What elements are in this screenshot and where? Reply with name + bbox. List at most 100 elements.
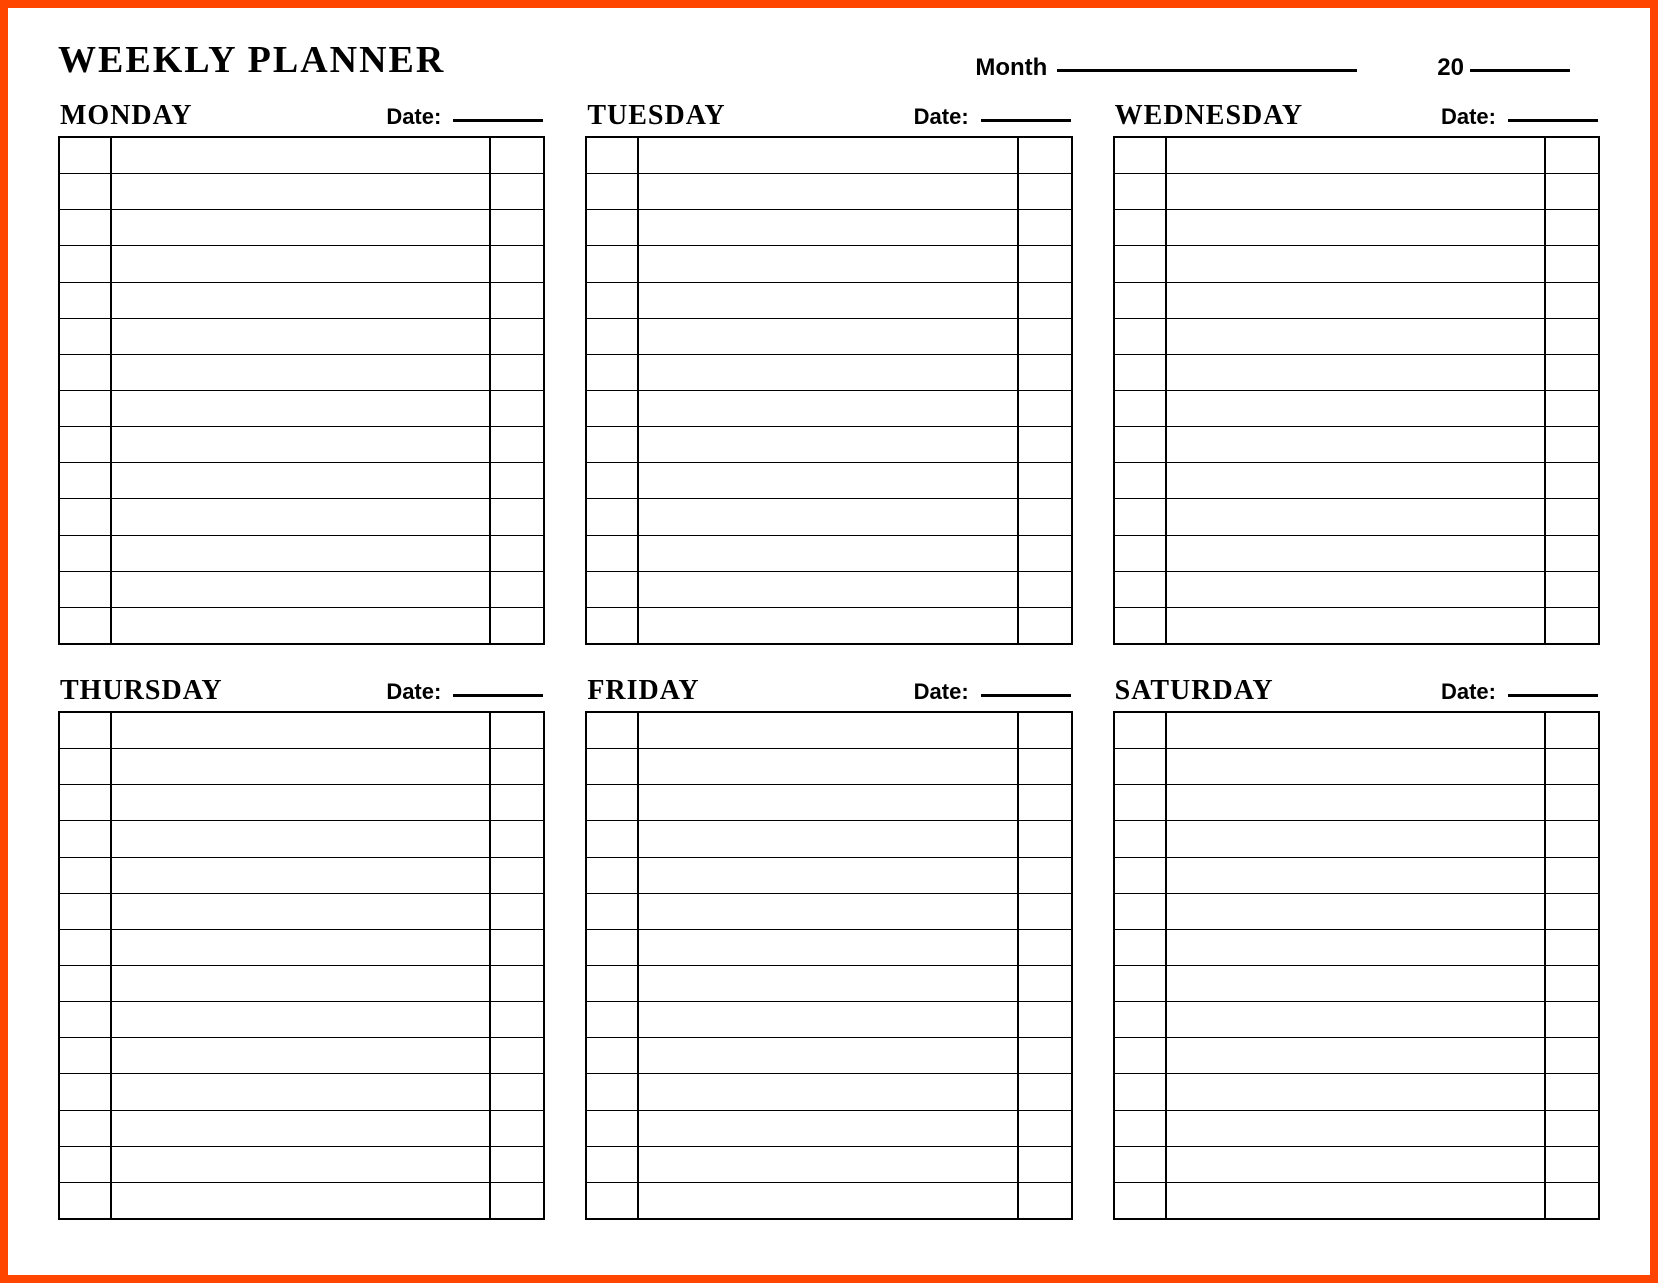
cell-time[interactable]	[587, 930, 639, 965]
cell-check[interactable]	[491, 391, 543, 426]
cell-check[interactable]	[1019, 174, 1071, 209]
cell-entry[interactable]	[112, 572, 491, 607]
cell-time[interactable]	[1115, 246, 1167, 281]
cell-entry[interactable]	[639, 572, 1018, 607]
cell-time[interactable]	[587, 355, 639, 390]
cell-entry[interactable]	[112, 1038, 491, 1073]
cell-time[interactable]	[60, 210, 112, 245]
cell-entry[interactable]	[1167, 1002, 1546, 1037]
cell-time[interactable]	[587, 283, 639, 318]
cell-check[interactable]	[1546, 1074, 1598, 1109]
cell-time[interactable]	[587, 1183, 639, 1218]
cell-entry[interactable]	[1167, 572, 1546, 607]
cell-time[interactable]	[60, 572, 112, 607]
cell-entry[interactable]	[639, 966, 1018, 1001]
cell-entry[interactable]	[112, 785, 491, 820]
cell-check[interactable]	[491, 1147, 543, 1182]
cell-check[interactable]	[1546, 1002, 1598, 1037]
cell-check[interactable]	[1019, 608, 1071, 643]
cell-entry[interactable]	[1167, 608, 1546, 643]
cell-time[interactable]	[587, 821, 639, 856]
cell-time[interactable]	[60, 1183, 112, 1218]
cell-time[interactable]	[60, 391, 112, 426]
cell-time[interactable]	[587, 966, 639, 1001]
cell-entry[interactable]	[112, 283, 491, 318]
cell-check[interactable]	[1019, 572, 1071, 607]
cell-entry[interactable]	[639, 355, 1018, 390]
cell-check[interactable]	[1019, 1183, 1071, 1218]
cell-time[interactable]	[60, 536, 112, 571]
cell-entry[interactable]	[112, 138, 491, 173]
cell-entry[interactable]	[1167, 1147, 1546, 1182]
cell-entry[interactable]	[1167, 821, 1546, 856]
cell-check[interactable]	[491, 210, 543, 245]
cell-entry[interactable]	[639, 499, 1018, 534]
cell-check[interactable]	[1019, 785, 1071, 820]
cell-entry[interactable]	[112, 246, 491, 281]
cell-time[interactable]	[1115, 572, 1167, 607]
cell-time[interactable]	[1115, 608, 1167, 643]
cell-entry[interactable]	[112, 608, 491, 643]
cell-check[interactable]	[1019, 858, 1071, 893]
cell-time[interactable]	[1115, 355, 1167, 390]
cell-check[interactable]	[1546, 1111, 1598, 1146]
cell-time[interactable]	[60, 1074, 112, 1109]
cell-entry[interactable]	[1167, 210, 1546, 245]
cell-check[interactable]	[491, 713, 543, 748]
cell-check[interactable]	[1019, 499, 1071, 534]
cell-entry[interactable]	[112, 391, 491, 426]
cell-entry[interactable]	[639, 427, 1018, 462]
cell-entry[interactable]	[1167, 1111, 1546, 1146]
cell-entry[interactable]	[1167, 283, 1546, 318]
cell-entry[interactable]	[639, 713, 1018, 748]
cell-time[interactable]	[1115, 713, 1167, 748]
cell-time[interactable]	[1115, 536, 1167, 571]
cell-entry[interactable]	[639, 821, 1018, 856]
cell-check[interactable]	[1019, 536, 1071, 571]
cell-check[interactable]	[491, 858, 543, 893]
cell-time[interactable]	[60, 138, 112, 173]
cell-time[interactable]	[60, 174, 112, 209]
cell-check[interactable]	[1546, 1183, 1598, 1218]
cell-entry[interactable]	[1167, 499, 1546, 534]
cell-entry[interactable]	[639, 1147, 1018, 1182]
cell-entry[interactable]	[112, 930, 491, 965]
cell-time[interactable]	[587, 246, 639, 281]
cell-entry[interactable]	[1167, 1074, 1546, 1109]
cell-time[interactable]	[587, 858, 639, 893]
cell-entry[interactable]	[1167, 930, 1546, 965]
cell-check[interactable]	[491, 1111, 543, 1146]
cell-check[interactable]	[491, 930, 543, 965]
cell-time[interactable]	[1115, 1147, 1167, 1182]
cell-time[interactable]	[60, 355, 112, 390]
cell-check[interactable]	[491, 174, 543, 209]
cell-check[interactable]	[491, 894, 543, 929]
cell-entry[interactable]	[639, 1111, 1018, 1146]
cell-entry[interactable]	[112, 427, 491, 462]
date-input-line[interactable]	[1508, 119, 1598, 122]
cell-check[interactable]	[1546, 246, 1598, 281]
cell-check[interactable]	[491, 608, 543, 643]
cell-check[interactable]	[1019, 319, 1071, 354]
cell-check[interactable]	[491, 499, 543, 534]
cell-time[interactable]	[587, 894, 639, 929]
cell-check[interactable]	[491, 1038, 543, 1073]
cell-time[interactable]	[587, 138, 639, 173]
cell-entry[interactable]	[112, 1147, 491, 1182]
cell-entry[interactable]	[112, 355, 491, 390]
date-input-line[interactable]	[453, 694, 543, 697]
cell-entry[interactable]	[112, 1074, 491, 1109]
cell-time[interactable]	[60, 246, 112, 281]
cell-check[interactable]	[1019, 210, 1071, 245]
cell-check[interactable]	[1546, 319, 1598, 354]
cell-check[interactable]	[1546, 894, 1598, 929]
cell-check[interactable]	[1019, 138, 1071, 173]
cell-check[interactable]	[491, 749, 543, 784]
cell-time[interactable]	[60, 1038, 112, 1073]
cell-check[interactable]	[1019, 355, 1071, 390]
cell-entry[interactable]	[112, 1183, 491, 1218]
cell-time[interactable]	[1115, 821, 1167, 856]
cell-entry[interactable]	[639, 1183, 1018, 1218]
cell-check[interactable]	[1019, 283, 1071, 318]
cell-entry[interactable]	[1167, 391, 1546, 426]
